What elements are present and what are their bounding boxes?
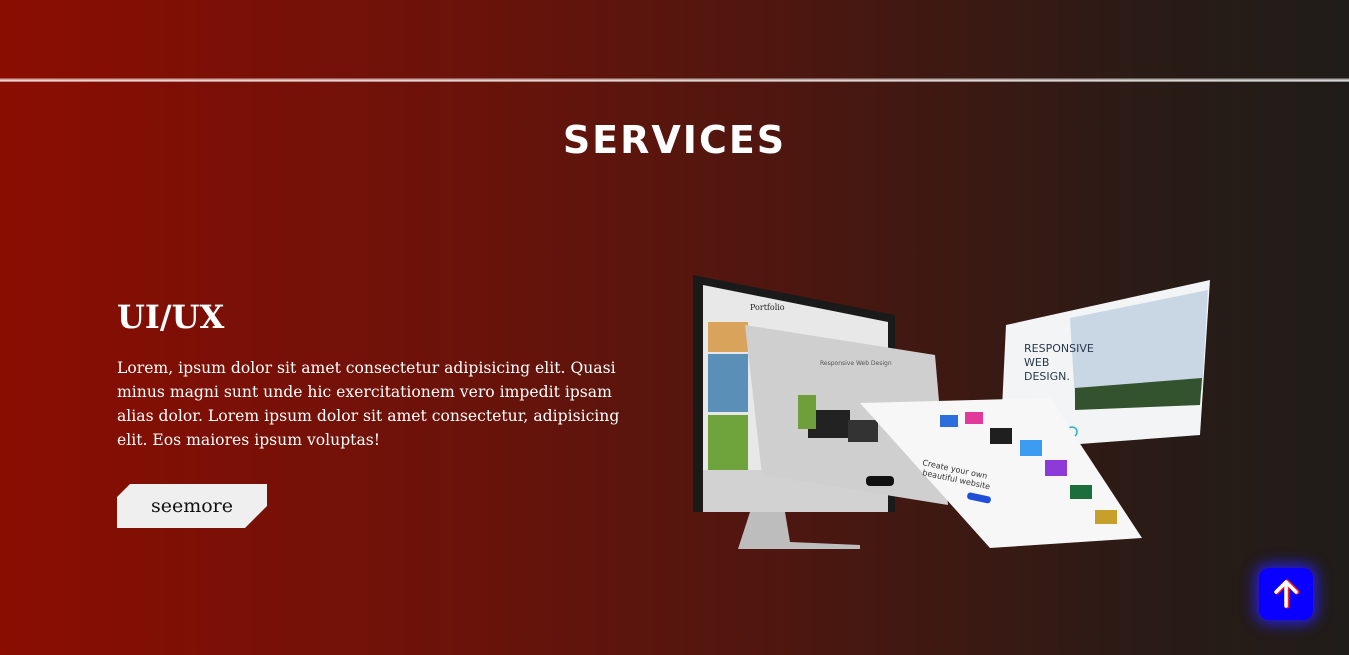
navbar-divider — [0, 78, 1349, 82]
scroll-to-top-button[interactable] — [1259, 568, 1313, 620]
service-description: Lorem, ipsum dolor sit amet consectetur … — [117, 359, 620, 449]
arrow-up-icon — [1274, 579, 1300, 609]
screen-heading: Responsive Web Design — [820, 360, 892, 367]
devices-illustration: Portfolio Responsive Web Design RESPONSI… — [693, 275, 1210, 549]
responsive-heading-line3: DESIGN. — [1024, 370, 1070, 383]
section-title: SERVICES — [562, 118, 787, 162]
seemore-button[interactable]: seemore — [117, 484, 267, 528]
responsive-heading-line1: RESPONSIVE — [1024, 342, 1094, 355]
responsive-heading-line2: WEB — [1024, 356, 1049, 369]
portfolio-label: Portfolio — [750, 303, 785, 312]
top-navbar — [0, 0, 1349, 80]
service-title: UI/UX — [117, 298, 225, 336]
